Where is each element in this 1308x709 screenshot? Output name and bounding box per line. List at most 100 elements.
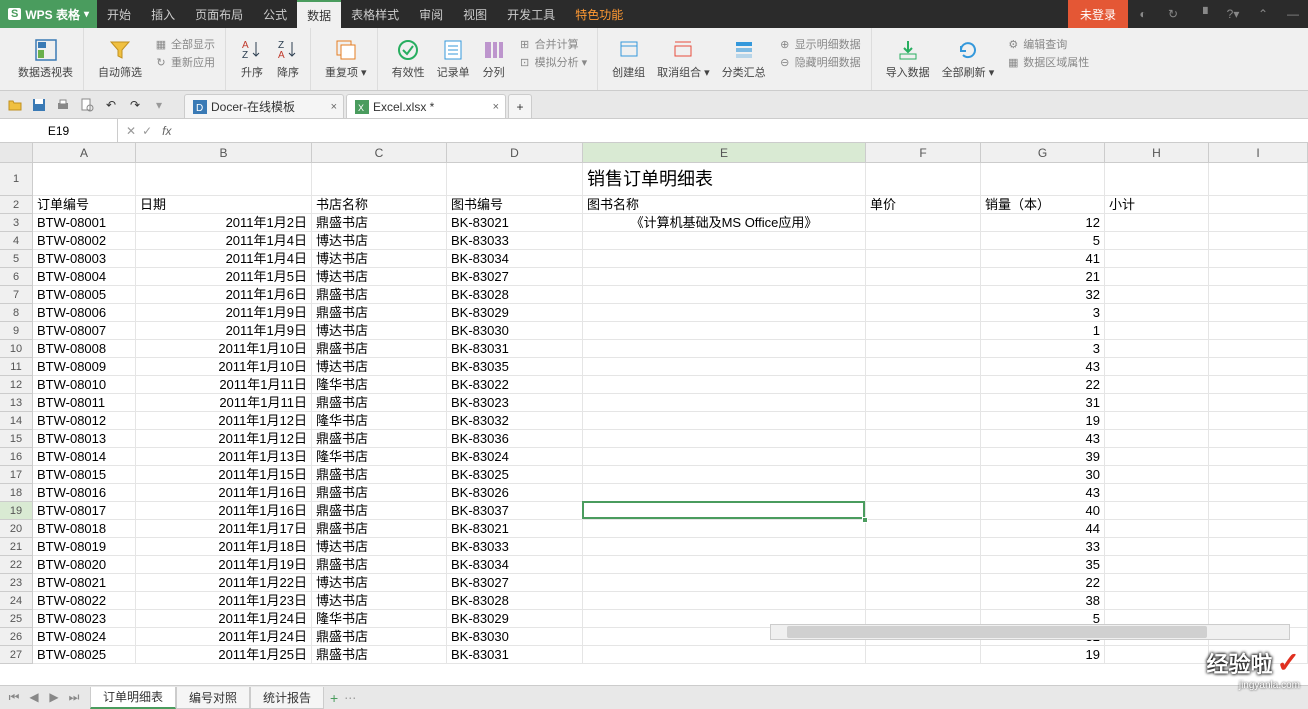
cell[interactable]	[1105, 520, 1209, 537]
row-header-6[interactable]: 6	[0, 268, 32, 286]
cell[interactable]	[1209, 574, 1308, 591]
cell[interactable]: 鼎盛书店	[312, 646, 447, 663]
cell[interactable]: 39	[981, 448, 1105, 465]
cell[interactable]	[1105, 574, 1209, 591]
cell[interactable]: 博达书店	[312, 268, 447, 285]
menu-审阅[interactable]: 审阅	[409, 0, 453, 28]
row-header-16[interactable]: 16	[0, 448, 32, 466]
cell[interactable]: 2011年1月6日	[136, 286, 312, 303]
row-header-11[interactable]: 11	[0, 358, 32, 376]
cell[interactable]: 2011年1月2日	[136, 214, 312, 231]
col-header-E[interactable]: E	[583, 143, 866, 162]
cell[interactable]: BK-83033	[447, 232, 583, 249]
cell[interactable]	[981, 163, 1105, 195]
cell[interactable]	[1105, 484, 1209, 501]
cell[interactable]	[1105, 214, 1209, 231]
cell[interactable]: BTW-08022	[33, 592, 136, 609]
row-header-15[interactable]: 15	[0, 430, 32, 448]
cell[interactable]: BK-83022	[447, 376, 583, 393]
cell[interactable]: 35	[981, 556, 1105, 573]
cell[interactable]	[583, 358, 866, 375]
cell[interactable]: BTW-08025	[33, 646, 136, 663]
cell[interactable]	[583, 304, 866, 321]
horizontal-scrollbar[interactable]	[770, 624, 1290, 640]
cell[interactable]: BK-83026	[447, 484, 583, 501]
cell[interactable]: 32	[981, 286, 1105, 303]
menu-开始[interactable]: 开始	[97, 0, 141, 28]
cell[interactable]	[1105, 232, 1209, 249]
cell[interactable]: BK-83028	[447, 592, 583, 609]
cell[interactable]: BTW-08009	[33, 358, 136, 375]
cell[interactable]: BTW-08002	[33, 232, 136, 249]
cell[interactable]: 2011年1月24日	[136, 628, 312, 645]
cell[interactable]: 2011年1月10日	[136, 340, 312, 357]
cell[interactable]	[866, 520, 981, 537]
menu-数据[interactable]: 数据	[297, 0, 341, 28]
cell[interactable]: 2011年1月15日	[136, 466, 312, 483]
cell[interactable]: 鼎盛书店	[312, 556, 447, 573]
cell[interactable]: BK-83033	[447, 538, 583, 555]
cell[interactable]: 12	[981, 214, 1105, 231]
row-header-22[interactable]: 22	[0, 556, 32, 574]
cell[interactable]: 2011年1月5日	[136, 268, 312, 285]
name-box[interactable]	[0, 119, 118, 142]
cell[interactable]: 41	[981, 250, 1105, 267]
row-header-18[interactable]: 18	[0, 484, 32, 502]
cell[interactable]: 5	[981, 232, 1105, 249]
cell[interactable]: BK-83030	[447, 628, 583, 645]
cell[interactable]: BK-83037	[447, 502, 583, 519]
row-header-14[interactable]: 14	[0, 412, 32, 430]
cell[interactable]: 图书编号	[447, 196, 583, 213]
cell[interactable]: 2011年1月22日	[136, 574, 312, 591]
row-header-5[interactable]: 5	[0, 250, 32, 268]
cell[interactable]	[1105, 412, 1209, 429]
sortasc-button[interactable]: AZ 升序	[236, 36, 268, 82]
cell[interactable]: 博达书店	[312, 592, 447, 609]
cell[interactable]: 订单编号	[33, 196, 136, 213]
minimize-icon[interactable]: —	[1278, 0, 1308, 28]
cell[interactable]: 书店名称	[312, 196, 447, 213]
cell[interactable]: 2011年1月13日	[136, 448, 312, 465]
confirm-icon[interactable]: ✓	[142, 124, 152, 138]
cell[interactable]	[583, 394, 866, 411]
cell[interactable]: BTW-08019	[33, 538, 136, 555]
sheet-tab-统计报告[interactable]: 统计报告	[250, 687, 324, 709]
row-header-12[interactable]: 12	[0, 376, 32, 394]
save-icon[interactable]	[30, 96, 48, 114]
scrollbar-thumb[interactable]	[787, 626, 1207, 638]
cell[interactable]	[1209, 556, 1308, 573]
cell[interactable]: BK-83032	[447, 412, 583, 429]
cell[interactable]	[1209, 592, 1308, 609]
cell[interactable]: BK-83028	[447, 286, 583, 303]
formula-bar[interactable]	[179, 119, 1308, 142]
ungroup-button[interactable]: 取消组合 ▾	[653, 36, 714, 82]
cell[interactable]	[866, 394, 981, 411]
cell[interactable]: 3	[981, 304, 1105, 321]
menu-插入[interactable]: 插入	[141, 0, 185, 28]
redo-icon[interactable]: ↷	[126, 96, 144, 114]
cell[interactable]: 鼎盛书店	[312, 628, 447, 645]
cell[interactable]: 1	[981, 322, 1105, 339]
cell[interactable]: 22	[981, 574, 1105, 591]
cell[interactable]	[866, 466, 981, 483]
cell[interactable]	[583, 322, 866, 339]
selection-handle[interactable]	[862, 517, 868, 523]
doc-tab-docer[interactable]: D Docer-在线模板 ×	[184, 94, 344, 118]
import-button[interactable]: 导入数据	[882, 36, 934, 82]
cell[interactable]: 31	[981, 394, 1105, 411]
cell[interactable]	[312, 163, 447, 195]
cell[interactable]: 2011年1月4日	[136, 232, 312, 249]
cell[interactable]	[1105, 358, 1209, 375]
close-icon[interactable]: ×	[493, 101, 499, 113]
cell[interactable]: BK-83021	[447, 520, 583, 537]
cell[interactable]: BK-83036	[447, 430, 583, 447]
cell[interactable]: BK-83025	[447, 466, 583, 483]
fx-icon[interactable]: fx	[162, 124, 171, 138]
cell[interactable]: 隆华书店	[312, 610, 447, 627]
cell[interactable]: 2011年1月11日	[136, 394, 312, 411]
cell[interactable]: 博达书店	[312, 538, 447, 555]
sheet-tab-订单明细表[interactable]: 订单明细表	[90, 687, 176, 709]
cell[interactable]	[866, 574, 981, 591]
col-header-H[interactable]: H	[1105, 143, 1209, 162]
cell[interactable]: 鼎盛书店	[312, 430, 447, 447]
